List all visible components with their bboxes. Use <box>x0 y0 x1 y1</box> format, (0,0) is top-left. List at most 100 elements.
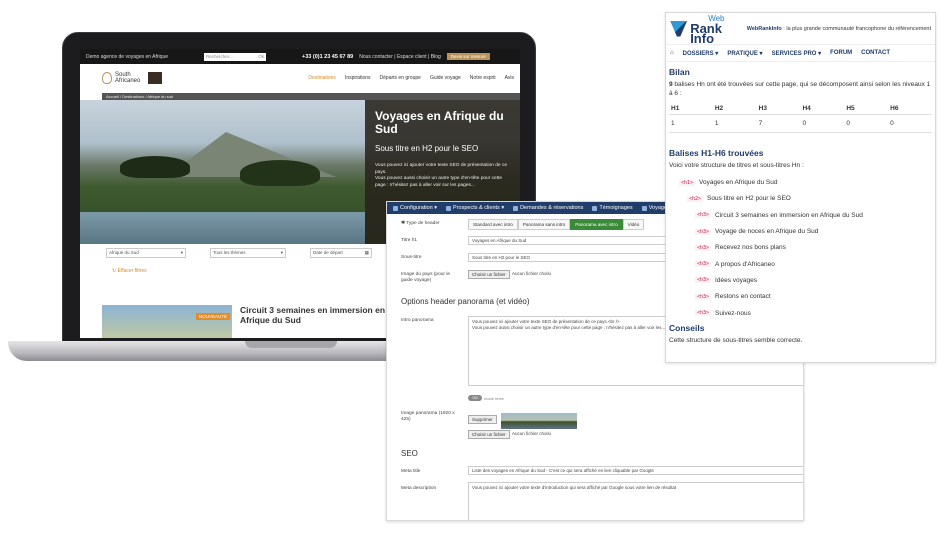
bilan-title: Bilan <box>669 67 690 77</box>
menu-requests[interactable]: Demandes & réservations <box>513 205 583 211</box>
list-item: <h3> Circuit 3 semaines en immersion en A… <box>669 207 932 223</box>
heading-tag: <h3> <box>695 310 712 317</box>
wri-nav-pratique[interactable]: PRATIQUE ▾ <box>727 50 762 57</box>
nav-inspirations[interactable]: Inspirations <box>345 75 371 81</box>
header-type-selector: Standard avec intro Panorama sans intro … <box>468 219 645 230</box>
table-header: H3 <box>756 103 801 115</box>
quote-button[interactable]: Devis sur mesure <box>446 53 490 60</box>
table-header: H6 <box>888 103 932 115</box>
nav-group-departures[interactable]: Départs en groupe <box>380 75 421 81</box>
hero-water <box>80 212 365 244</box>
header-type-option[interactable]: Standard avec intro <box>468 219 518 230</box>
list-item: <h3> Restons en contact <box>669 289 932 305</box>
nav-our-spirit[interactable]: Notre esprit <box>470 75 496 81</box>
wri-nav-contact[interactable]: CONTACT <box>861 50 890 56</box>
heading-tag: <h3> <box>695 293 712 300</box>
site-nav: South Africaneo Destinations Inspiration… <box>80 64 520 92</box>
date-input[interactable]: Date de départ ▦ <box>310 248 372 258</box>
list-item: <h1> Voyages en Afrique du Sud <box>669 175 932 191</box>
webrankinfo-logo-icon <box>670 20 688 37</box>
header-type-option[interactable]: Vidéo <box>622 219 645 230</box>
list-item: <h3> Idées voyages <box>669 272 932 288</box>
intro-label: Intro panorama <box>401 318 434 323</box>
heading-text: Recevez nos bons plans <box>715 244 786 252</box>
menu-prospects[interactable]: Prospects & clients ▾ <box>446 205 504 211</box>
theme-select-value: Tous les thèmes <box>213 250 246 255</box>
site-search-placeholder: Rechercher... <box>206 53 233 59</box>
table-header: H1 <box>669 103 713 115</box>
hero-title: Voyages en Afrique du Sud <box>375 109 504 136</box>
header-type-option-selected[interactable]: Panorama avec intro <box>570 219 623 230</box>
list-item: <h2> Sous titre en H2 pour le SEO <box>669 191 932 207</box>
wri-nav-services[interactable]: SERVICES PRO ▾ <box>772 50 822 57</box>
table-cell: 0 <box>800 114 845 133</box>
heading-tag: <h3> <box>695 277 712 284</box>
heading-tag: <h3> <box>695 212 712 219</box>
hero-subtitle: Sous titre en H2 pour le SEO <box>375 144 479 153</box>
choose-panorama-button[interactable]: Choisir un fichier <box>468 430 510 439</box>
menu-label: Configuration ▾ <box>400 205 438 211</box>
heading-text: Circuit 3 semaines en immersion en Afriq… <box>715 211 863 219</box>
menu-label: Témoignages <box>599 205 633 211</box>
users-icon <box>446 205 452 211</box>
wri-logo-main: Rank Info <box>690 20 722 46</box>
delete-image-button[interactable]: Supprimer <box>468 415 497 424</box>
heading-text: A propos d'Africaneo <box>715 260 775 268</box>
site-topbar: Demo agence de voyages en Afrique Recher… <box>80 49 520 64</box>
header-type-option[interactable]: Panorama sans intro <box>517 219 571 230</box>
heading-list: <h1> Voyages en Afrique du Sud <h2> Sous t… <box>669 175 932 322</box>
meta-title-field[interactable]: Liste des voyages en Afrique du Sud - C'… <box>468 466 803 475</box>
hero-tree <box>120 156 190 178</box>
text-mode-toggle[interactable]: ON mode texte <box>468 395 504 401</box>
list-item: <h3> Recevez nos bons plans <box>669 240 932 256</box>
laptop-notch <box>245 341 337 348</box>
nav-reviews[interactable]: Avis <box>505 75 514 81</box>
site-logo-line2: Africaneo <box>115 78 141 84</box>
heading-text: Idées voyages <box>715 276 757 284</box>
home-icon[interactable]: ⌂ <box>670 50 674 56</box>
toggle-pill: ON <box>468 395 482 401</box>
heading-count-table: H1 H2 H3 H4 H5 H6 1 1 7 0 0 0 <box>669 103 932 133</box>
nav-destinations[interactable]: Destinations <box>308 75 336 81</box>
wri-nav-forum[interactable]: FORUM <box>830 50 852 56</box>
wri-content: Bilan 9 balises Hn ont été trouvées sur … <box>666 67 935 346</box>
advice-title: Conseils <box>669 323 705 334</box>
breadcrumb[interactable]: Accueil / Destinations / Afrique du sud <box>102 93 520 100</box>
africaneo-logo-icon <box>102 72 112 84</box>
tour-card-title[interactable]: Circuit 3 semaines en immersion en Afriq… <box>240 305 400 325</box>
menu-configuration[interactable]: Configuration ▾ <box>393 205 437 211</box>
logo-badge-icon <box>148 72 162 84</box>
meta-description-label: Meta description <box>401 486 437 491</box>
title-label: Titre h1 <box>401 238 418 243</box>
site-logo[interactable]: South Africaneo <box>115 72 145 84</box>
choose-file-button[interactable]: Choisir un fichier <box>468 270 510 279</box>
list-item: <h3> Voyage de noces en Afrique du Sud <box>669 223 932 239</box>
theme-select[interactable]: Tous les thèmes ▾ <box>210 248 286 258</box>
reset-filters-link[interactable]: ↻ Effacer filtres <box>112 268 147 274</box>
wri-nav-dossiers[interactable]: DOSSIERS ▾ <box>683 50 719 57</box>
wri-tagline-text: : la plus grande communauté francophone … <box>781 25 931 32</box>
country-image-label: Image du pays (pour le guide voyage) <box>401 272 451 283</box>
gear-icon <box>393 205 398 211</box>
advice-text: Cette structure de sous-titres semble co… <box>669 337 803 345</box>
reset-filters-label: Effacer filtres <box>117 268 147 274</box>
wri-logo[interactable]: Web Rank Info <box>670 14 747 46</box>
destination-select-value: Afrique du Sud <box>109 250 139 255</box>
site-top-links[interactable]: Nous contacter | Espace client | Blog <box>359 54 441 60</box>
bilan-description: balises Hn ont été trouvées sur cette pa… <box>669 81 931 97</box>
table-cell: 7 <box>756 114 801 133</box>
hero-text: Vous pouvez aussi choisir un autre type … <box>375 176 503 188</box>
site-search-button[interactable]: Ok <box>258 54 264 60</box>
table-cell: 1 <box>712 114 757 133</box>
menu-testimonials[interactable]: Témoignages <box>592 205 633 211</box>
panorama-image-label: Image panorama (1920 x 425) <box>401 411 455 422</box>
nav-travel-guide[interactable]: Guide voyage <box>430 75 461 81</box>
destination-select[interactable]: Afrique du Sud ▾ <box>106 248 186 258</box>
calendar-icon[interactable]: ▦ <box>365 250 369 256</box>
tour-card-image[interactable] <box>102 305 232 338</box>
date-placeholder: Date de départ <box>313 250 343 255</box>
header-type-label: Type de header <box>406 221 440 226</box>
site-search-input[interactable]: Rechercher... Ok <box>204 52 266 61</box>
meta-description-field[interactable]: Vous pouvez ici ajouter votre texte d'in… <box>468 482 803 520</box>
seo-section-title: SEO <box>401 449 418 458</box>
